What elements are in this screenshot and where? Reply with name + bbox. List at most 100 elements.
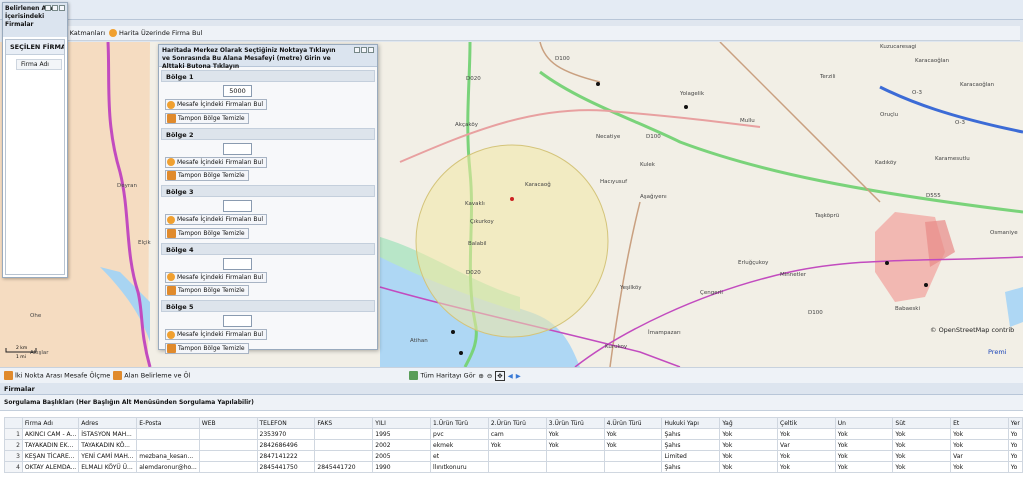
find-firms-button[interactable]: Mesafe İçindeki Firmaları Bul [165,156,268,168]
column-header[interactable]: TELEFON [256,417,316,429]
map-label-kuzucaresagi: Kuzucaresagi [880,44,917,50]
map-label-ahlatli: Aşağıyenı [640,193,667,200]
table-cell [487,450,547,462]
map-canvas[interactable]: Kuzucaresagi Karacaoğlan Karacaoğlan Ter… [0,42,1023,367]
map-label-mullu: Mullu [740,118,755,124]
selected-firms-window-header[interactable]: Belirlenen Alan İçerisindeki Firmalar [3,3,67,37]
zone-header: Bölge 2 [161,127,375,140]
scale-bottom: 1 mi [16,354,26,360]
find-firms-button[interactable]: Mesafe İçindeki Firmaları Bul [165,214,268,225]
clear-buffer-button[interactable]: Tampon Bölge Temizle [165,285,249,296]
area-button[interactable]: Alan Belirleme ve Öl [113,371,190,380]
selected-firms-window: Belirlenen Alan İçerisindeki Firmalar SE… [2,2,68,278]
table-cell: 2845441720 [314,461,374,473]
table-cell: llınıtkonuru [430,461,489,473]
back-arrow-icon[interactable]: ◀ [508,372,513,380]
full-map-button[interactable]: Tüm Haritayı Gör [409,371,475,380]
column-header[interactable]: Hukuki Yapı [661,417,721,429]
table-row[interactable]: 3 KEŞAN TİCARE... YENİ CAMİ MAH... mezbana_… [4,450,1023,462]
column-header[interactable]: Çeltik [777,417,836,429]
table-row[interactable]: 1 AKINCI CAM - A... İSTASYON MAH... 2353970… [4,428,1023,440]
column-header[interactable]: YILI [372,417,432,429]
minimize-icon[interactable] [354,47,360,53]
close-icon[interactable] [368,47,374,53]
zone-distance-input[interactable]: 5000 [223,85,252,97]
layers-button[interactable]: ık Katmanları [62,29,105,37]
table-row[interactable]: 2 TAYAKADIN EK... TAYAKADIN KÖ... 284268649… [4,439,1023,451]
table-cell: 2847141222 [256,450,316,462]
map-label-karacaoglu: Karacaoğ [525,181,551,188]
forward-arrow-icon[interactable]: ▶ [516,372,521,380]
column-header[interactable]: 3.Ürün Türü [545,417,605,429]
zone-distance-input[interactable] [223,257,252,270]
distance-search-window: Haritada Merkez Olarak Seçtiğiniz Noktay… [158,44,378,354]
zoom-in-icon[interactable]: ⊕ [478,372,483,380]
table-cell: Yok [834,461,894,473]
scale-top: 2 km [16,345,27,351]
clear-buffer-button[interactable]: Tampon Bölge Temizle [165,342,249,354]
table-cell: TAYAKADIN EK... [21,439,80,451]
column-header[interactable]: E-Posta [136,417,200,429]
table-cell: Şahıs [661,461,721,473]
column-header[interactable]: 2.Ürün Türü [487,417,547,429]
table-row[interactable]: 4 OKTAY ALEMDA... ELMALI KÖYÜ Ü... alemdaro… [4,461,1023,473]
map-svg[interactable]: Kuzucaresagi Karacaoğlan Karacaoğlan Ter… [0,42,1023,367]
zone-header: Bölge 1 [161,70,375,82]
column-header[interactable] [4,417,23,429]
maximize-icon[interactable] [52,5,58,11]
table-cell: Yok [892,461,952,473]
table-cell: Var [777,439,836,451]
map-label-kavakli: Kavaklı [465,201,485,207]
table-cell [198,428,258,440]
column-header[interactable]: Un [834,417,894,429]
table-cell: Yok [719,428,778,440]
column-header[interactable]: Yağ [719,417,778,429]
find-firms-button[interactable]: Mesafe İçindeki Firmaları Bul [165,99,268,110]
map-label-kulak: Kulek [640,162,656,168]
column-header[interactable]: Et [950,417,1009,429]
table-cell: Yok [777,461,836,473]
firm-name-column-header[interactable]: Firma Adı [16,59,62,70]
find-on-map-button[interactable]: Harita Üzerinde Firma Bul [109,29,202,37]
table-cell: Yok [950,461,1009,473]
table-header-row: Firma Adı Adres E-Posta WEB TELEFON FAKS YILI 1… [4,417,1023,429]
distance-search-window-header[interactable]: Haritada Merkez Olarak Seçtiğiniz Noktay… [159,45,377,70]
measure-button[interactable]: İki Nokta Arası Mesafe Ölçme [4,371,110,380]
map-label-karacaoglan2: Karacaoğlan [960,81,995,88]
column-header[interactable]: WEB [198,417,258,429]
zone-distance-input[interactable] [223,142,252,155]
close-icon[interactable] [59,5,65,11]
column-header[interactable]: Adres [78,417,138,429]
pan-icon[interactable]: ✥ [495,370,505,381]
table-cell [314,450,374,462]
road-label-o3: O-3 [912,90,922,96]
column-header[interactable]: Firma Adı [21,417,80,429]
broom-icon [167,286,176,295]
top-strip [0,0,1023,20]
column-header[interactable]: FAKS [314,417,374,429]
zone-distance-input[interactable] [223,315,252,327]
column-header[interactable]: 4.Ürün Türü [603,417,663,429]
column-header[interactable]: Süt [892,417,952,429]
firms-panel-header[interactable]: Firmalar [0,383,1023,395]
premium-link[interactable]: Premi [988,348,1007,356]
clear-buffer-button[interactable]: Tampon Bölge Temizle [165,112,249,124]
find-firms-button[interactable]: Mesafe İçindeki Firmaları Bul [165,329,268,340]
broom-icon [167,228,176,238]
zoom-out-icon[interactable]: ⊖ [487,372,492,380]
map-label-deyan: Deyran [117,183,138,189]
table-cell: Limited [661,450,721,462]
maximize-icon[interactable] [361,47,367,53]
column-header[interactable]: 1.Ürün Türü [430,417,489,429]
column-header[interactable]: Yer [1007,417,1023,429]
clear-buffer-button[interactable]: Tampon Bölge Temizle [165,170,249,181]
map-label-oruclu: Oruçlu [880,112,898,118]
minimize-icon[interactable] [45,5,51,11]
osm-credit[interactable]: © OpenStreetMap contrib [930,326,1014,334]
table-cell [603,450,663,462]
window-controls [354,47,374,53]
table-cell: Var [950,450,1009,462]
clear-buffer-button[interactable]: Tampon Bölge Temizle [165,227,249,239]
zone-distance-input[interactable] [223,200,252,212]
find-firms-button[interactable]: Mesafe İçindeki Firmaları Bul [165,271,268,283]
